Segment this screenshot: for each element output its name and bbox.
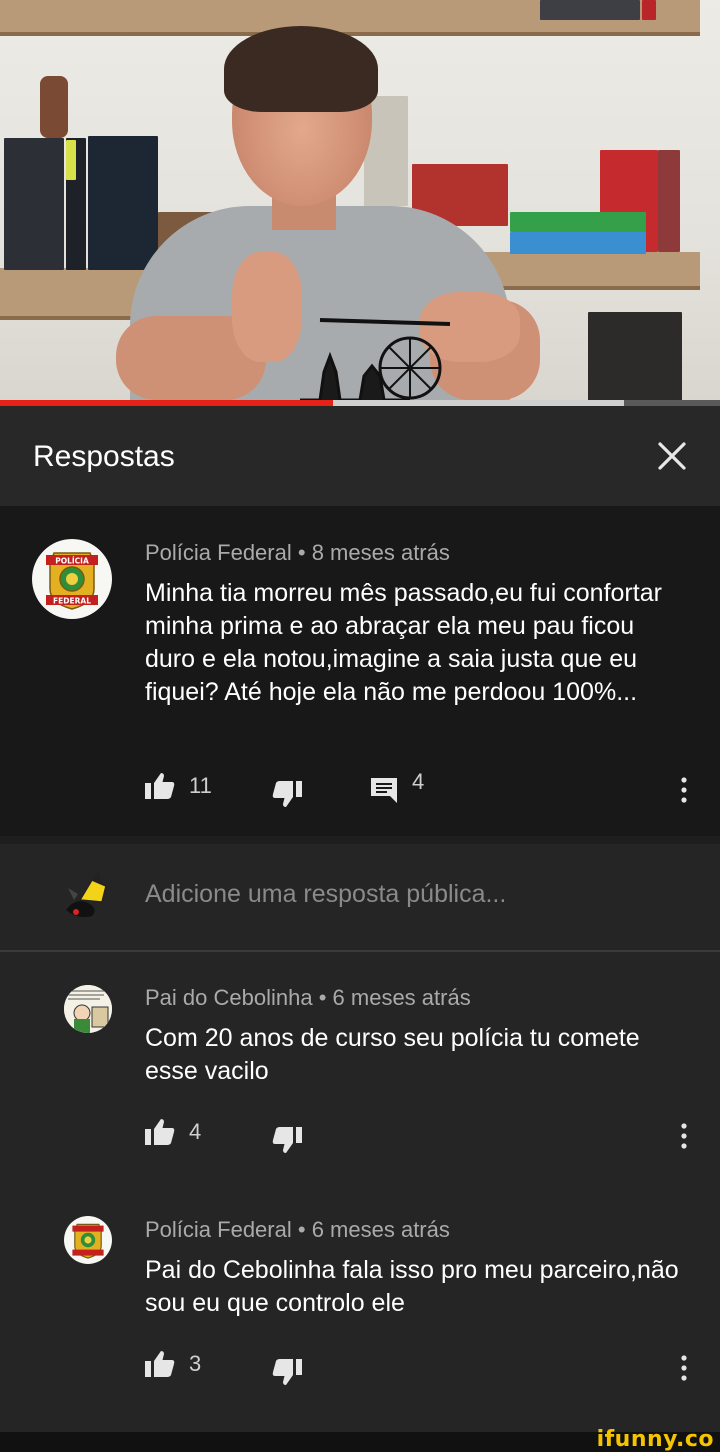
more-vert-icon — [681, 1355, 687, 1381]
reply-count: 4 — [412, 769, 425, 794]
reply-2-text: Pai do Cebolinha fala isso pro meu parce… — [145, 1256, 679, 1317]
reply-1-meta: Pai do Cebolinha • 6 meses atrás — [145, 985, 471, 1011]
thumbs-up-icon — [145, 773, 175, 799]
policia-federal-badge-icon: POLÍCIA FEDERAL — [46, 552, 98, 610]
reply-2-meta: Polícia Federal • 6 meses atrás — [145, 1217, 450, 1243]
close-icon — [658, 442, 686, 470]
comment-icon — [371, 778, 397, 803]
avatar-policia-federal[interactable]: POLÍCIA FEDERAL — [32, 539, 112, 619]
comment-author[interactable]: Polícia Federal — [145, 540, 292, 565]
reply-2-more-button[interactable] — [674, 1348, 694, 1388]
dislike-button[interactable] — [272, 780, 302, 808]
like-count: 11 — [189, 773, 212, 798]
thumbs-down-icon — [272, 1359, 302, 1385]
pikachu-avatar-icon — [66, 872, 107, 918]
thumbs-up-icon — [145, 1119, 175, 1145]
more-vert-icon — [681, 777, 687, 803]
person-hair — [224, 26, 378, 112]
reply-1-text: Com 20 anos de curso seu polícia tu come… — [145, 1024, 640, 1085]
left-hand — [232, 252, 302, 362]
video-player[interactable] — [0, 0, 720, 400]
meta-separator: • — [318, 985, 327, 1010]
meta-separator: • — [297, 1217, 306, 1242]
more-options-button[interactable] — [674, 770, 694, 810]
reply-2-dislike-button[interactable] — [272, 1358, 302, 1386]
more-vert-icon — [681, 1123, 687, 1149]
thumbs-down-icon — [272, 781, 302, 807]
badge-text-federal: FEDERAL — [53, 597, 91, 606]
reply-2-like-button[interactable]: 3 — [145, 1350, 201, 1378]
own-avatar — [62, 870, 114, 922]
comment-time: 8 meses atrás — [311, 540, 450, 565]
reply-2-author[interactable]: Polícia Federal — [145, 1217, 292, 1242]
shirt-print-skyline — [300, 318, 451, 400]
comment-text: Minha tia morreu mês passado,eu fui conf… — [145, 579, 662, 706]
thumbs-down-icon — [272, 1127, 302, 1153]
policia-federal-badge-icon — [72, 1223, 104, 1259]
reply-1-like-count: 4 — [189, 1119, 202, 1144]
reply-1-like-button[interactable]: 4 — [145, 1118, 201, 1146]
reply-1-author[interactable]: Pai do Cebolinha — [145, 985, 313, 1010]
reply-1-dislike-button[interactable] — [272, 1126, 302, 1154]
avatar-pai-do-cebolinha[interactable] — [64, 985, 112, 1033]
reply-2-like-count: 3 — [189, 1351, 202, 1376]
replies-button[interactable]: 4 — [370, 769, 424, 804]
reply-1-time: 6 meses atrás — [332, 985, 471, 1010]
like-button[interactable]: 11 — [145, 772, 212, 800]
thumbs-up-icon — [145, 1351, 175, 1377]
reply-1-more-button[interactable] — [674, 1116, 694, 1156]
badge-text-policia: POLÍCIA — [55, 557, 89, 566]
shelf-right — [470, 252, 700, 290]
book-manual-merck — [88, 136, 158, 270]
cartoon-avatar-icon — [64, 985, 112, 1033]
comment-meta: Polícia Federal • 8 meses atrás — [145, 540, 450, 566]
reply-input[interactable]: Adicione uma resposta pública... — [145, 880, 506, 909]
avatar-policia-federal-small[interactable] — [64, 1216, 112, 1264]
panel-title: Respostas — [33, 440, 175, 473]
meta-separator: • — [297, 540, 306, 565]
ifunny-watermark: ifunny.co — [596, 1427, 714, 1452]
replies-header: Respostas — [0, 406, 720, 506]
close-button[interactable] — [648, 430, 696, 482]
reply-2-time: 6 meses atrás — [311, 1217, 450, 1242]
